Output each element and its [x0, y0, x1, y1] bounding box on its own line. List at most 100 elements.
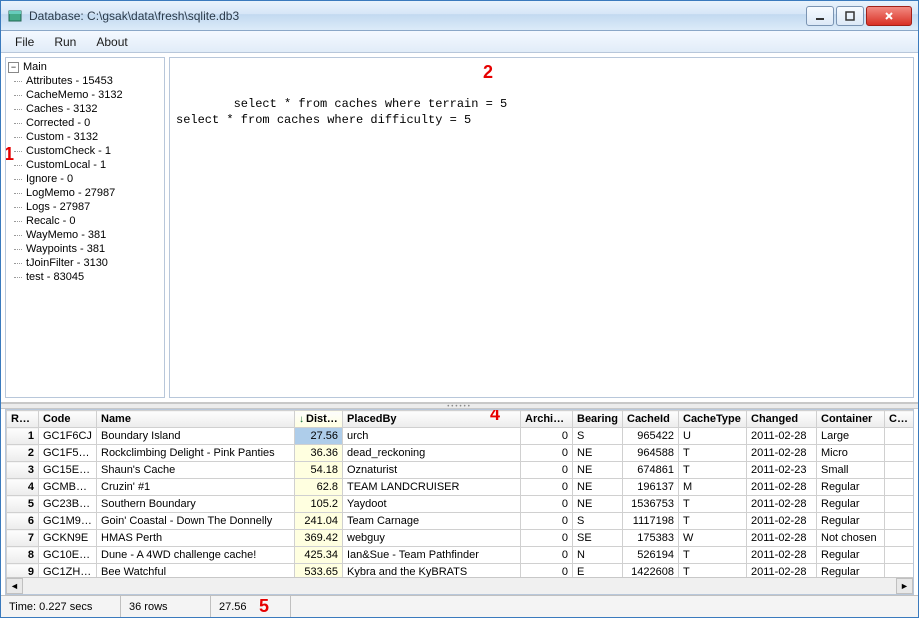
table-cell[interactable] — [885, 428, 914, 445]
close-button[interactable] — [866, 6, 912, 26]
table-cell[interactable]: 674861 — [623, 462, 679, 479]
table-row[interactable]: 1GC1F6CJBoundary Island27.56urch0S965422… — [7, 428, 914, 445]
table-cell[interactable]: Southern Boundary — [97, 496, 295, 513]
tree-item[interactable]: Logs - 27987 — [14, 200, 162, 214]
table-row[interactable]: 9GC1ZH4GBee Watchful533.65Kybra and the … — [7, 564, 914, 578]
tree-pane[interactable]: 1 − Main Attributes - 15453CacheMemo - 3… — [5, 57, 165, 398]
grid-scroll[interactable]: RowCodeName↓Dist…PlacedByArchivedBearing… — [6, 410, 913, 577]
table-cell[interactable]: 105.2 — [295, 496, 343, 513]
table-cell[interactable]: 1536753 — [623, 496, 679, 513]
tree-item[interactable]: Corrected - 0 — [14, 116, 162, 130]
table-cell[interactable]: 4 — [7, 479, 39, 496]
table-cell[interactable]: 964588 — [623, 445, 679, 462]
table-cell[interactable]: 2011-02-23 — [747, 462, 817, 479]
table-cell[interactable] — [885, 564, 914, 578]
table-cell[interactable]: 0 — [521, 496, 573, 513]
table-cell[interactable]: 0 — [521, 428, 573, 445]
table-row[interactable]: 2GC1F5GNRockclimbing Delight - Pink Pant… — [7, 445, 914, 462]
table-cell[interactable]: NE — [573, 462, 623, 479]
table-cell[interactable]: 2011-02-28 — [747, 547, 817, 564]
column-header[interactable]: Name — [97, 411, 295, 428]
table-cell[interactable]: dead_reckoning — [343, 445, 521, 462]
table-cell[interactable]: 9 — [7, 564, 39, 578]
table-cell[interactable]: Boundary Island — [97, 428, 295, 445]
table-cell[interactable]: T — [679, 496, 747, 513]
tree-item[interactable]: test - 83045 — [14, 270, 162, 284]
table-cell[interactable]: 2011-02-28 — [747, 445, 817, 462]
table-cell[interactable]: 27.56 — [295, 428, 343, 445]
column-header[interactable]: Row — [7, 411, 39, 428]
table-cell[interactable]: GC10EAY — [39, 547, 97, 564]
table-cell[interactable]: 533.65 — [295, 564, 343, 578]
column-header[interactable]: CacheId — [623, 411, 679, 428]
table-cell[interactable]: T — [679, 462, 747, 479]
table-cell[interactable]: W — [679, 530, 747, 547]
table-row[interactable]: 6GC1M9AJGoin' Coastal - Down The Donnell… — [7, 513, 914, 530]
table-cell[interactable] — [885, 479, 914, 496]
table-cell[interactable]: Shaun's Cache — [97, 462, 295, 479]
table-cell[interactable]: 2011-02-28 — [747, 564, 817, 578]
table-cell[interactable]: 62.8 — [295, 479, 343, 496]
table-cell[interactable]: Oznaturist — [343, 462, 521, 479]
tree-item[interactable]: Attributes - 15453 — [14, 74, 162, 88]
table-cell[interactable]: NE — [573, 496, 623, 513]
tree-item[interactable]: Custom - 3132 — [14, 130, 162, 144]
scroll-track[interactable] — [23, 578, 896, 594]
table-cell[interactable]: Regular — [817, 547, 885, 564]
tree-item[interactable]: CustomLocal - 1 — [14, 158, 162, 172]
table-cell[interactable]: Regular — [817, 513, 885, 530]
table-cell[interactable]: 965422 — [623, 428, 679, 445]
table-cell[interactable]: 425.34 — [295, 547, 343, 564]
table-row[interactable]: 8GC10EAYDune - A 4WD challenge cache!425… — [7, 547, 914, 564]
table-row[interactable]: 4GCMBWYCruzin' #162.8TEAM LANDCRUISER0NE… — [7, 479, 914, 496]
table-cell[interactable]: Rockclimbing Delight - Pink Panties — [97, 445, 295, 462]
table-cell[interactable]: NE — [573, 445, 623, 462]
table-row[interactable]: 3GC15E1MShaun's Cache54.18Oznaturist0NE6… — [7, 462, 914, 479]
table-cell[interactable]: Bee Watchful — [97, 564, 295, 578]
table-cell[interactable] — [885, 547, 914, 564]
column-header[interactable]: Changed — [747, 411, 817, 428]
table-cell[interactable]: 1 — [7, 428, 39, 445]
menu-file[interactable]: File — [5, 31, 44, 52]
table-cell[interactable] — [885, 445, 914, 462]
column-header[interactable]: Cou — [885, 411, 914, 428]
table-cell[interactable]: N — [573, 547, 623, 564]
tree-item[interactable]: tJoinFilter - 3130 — [14, 256, 162, 270]
table-cell[interactable]: TEAM LANDCRUISER — [343, 479, 521, 496]
table-cell[interactable]: Cruzin' #1 — [97, 479, 295, 496]
table-cell[interactable]: Team Carnage — [343, 513, 521, 530]
table-cell[interactable]: 1117198 — [623, 513, 679, 530]
table-cell[interactable]: NE — [573, 479, 623, 496]
table-cell[interactable]: 175383 — [623, 530, 679, 547]
table-cell[interactable]: S — [573, 428, 623, 445]
tree-item[interactable]: LogMemo - 27987 — [14, 186, 162, 200]
tree-item[interactable]: Waypoints - 381 — [14, 242, 162, 256]
table-cell[interactable]: HMAS Perth — [97, 530, 295, 547]
table-cell[interactable]: 0 — [521, 564, 573, 578]
column-header[interactable]: Bearing — [573, 411, 623, 428]
scroll-left-icon[interactable]: ◄ — [6, 578, 23, 594]
table-cell[interactable]: 0 — [521, 462, 573, 479]
table-cell[interactable]: 2 — [7, 445, 39, 462]
horizontal-scrollbar[interactable]: ◄ ► — [6, 577, 913, 594]
table-row[interactable]: 7GCKN9EHMAS Perth369.42webguy0SE175383W2… — [7, 530, 914, 547]
table-cell[interactable] — [885, 530, 914, 547]
tree-root[interactable]: − Main — [8, 60, 162, 74]
table-cell[interactable]: 36.36 — [295, 445, 343, 462]
table-cell[interactable]: Large — [817, 428, 885, 445]
menu-about[interactable]: About — [86, 31, 137, 52]
tree-item[interactable]: CacheMemo - 3132 — [14, 88, 162, 102]
table-cell[interactable] — [885, 462, 914, 479]
tree-item[interactable]: CustomCheck - 1 — [14, 144, 162, 158]
table-cell[interactable]: 7 — [7, 530, 39, 547]
table-cell[interactable]: Small — [817, 462, 885, 479]
minimize-button[interactable] — [806, 6, 834, 26]
table-cell[interactable]: 6 — [7, 513, 39, 530]
table-cell[interactable] — [885, 496, 914, 513]
table-cell[interactable]: T — [679, 513, 747, 530]
table-cell[interactable]: SE — [573, 530, 623, 547]
table-cell[interactable]: 0 — [521, 547, 573, 564]
table-cell[interactable]: 369.42 — [295, 530, 343, 547]
splitter-vertical-handle[interactable] — [164, 213, 165, 243]
table-cell[interactable]: 2011-02-28 — [747, 479, 817, 496]
